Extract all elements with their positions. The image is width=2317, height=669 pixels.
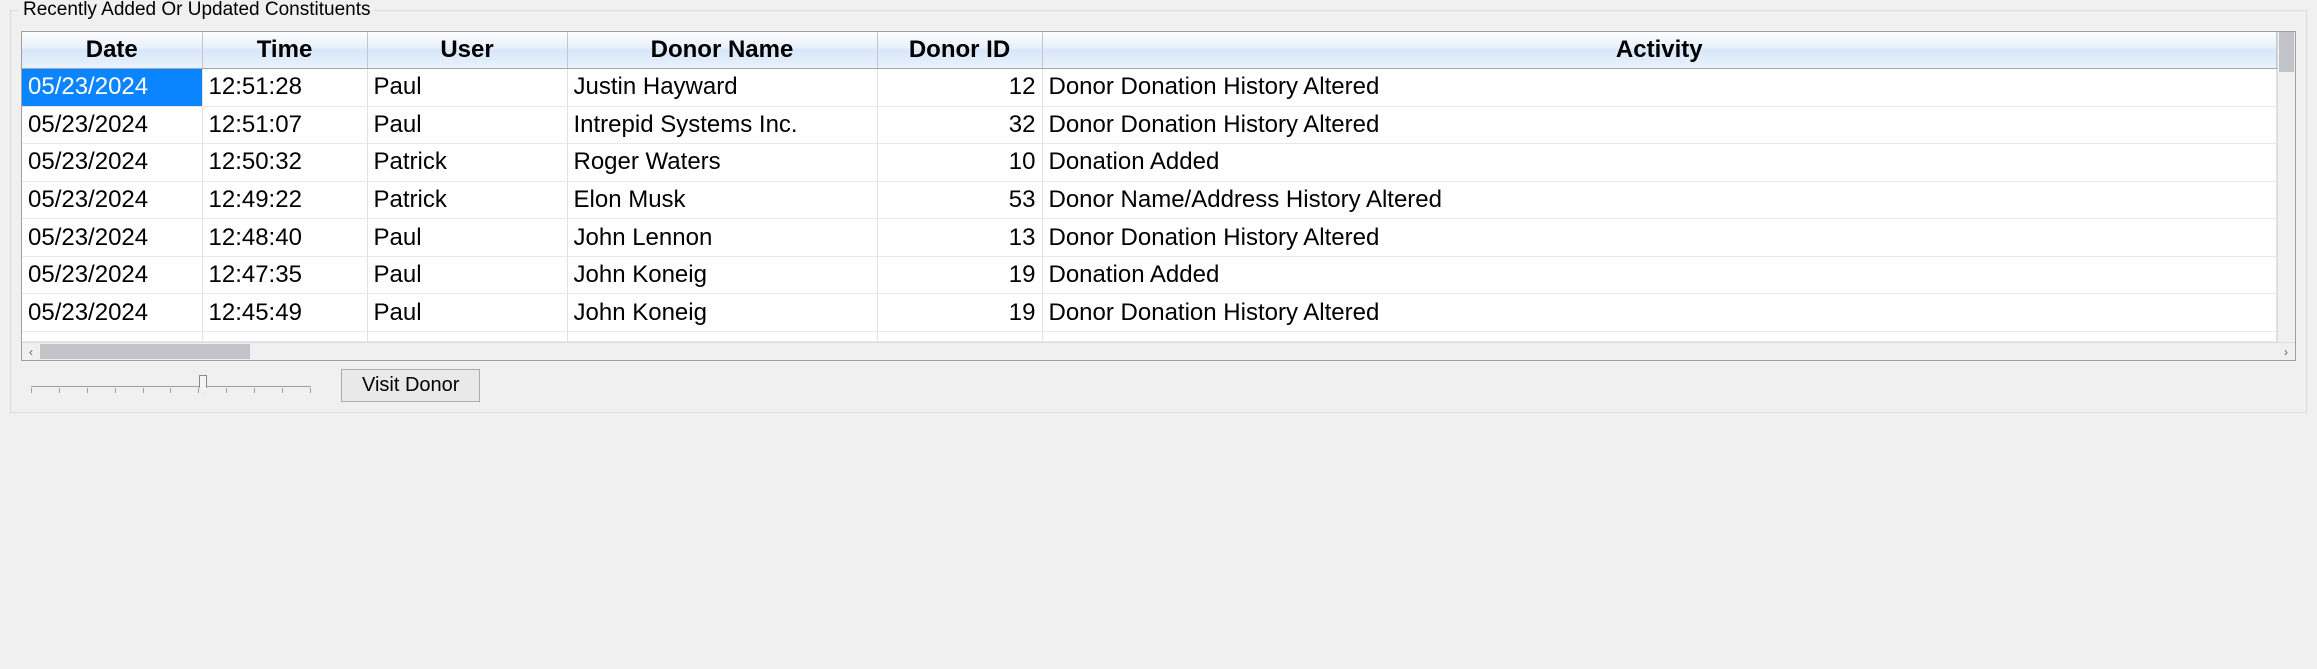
scroll-left-icon[interactable]: ‹: [22, 343, 40, 361]
cell-time[interactable]: 12:48:40: [202, 219, 367, 257]
vertical-scrollbar[interactable]: [2277, 32, 2295, 342]
cell-activity[interactable]: Donor Name/Address History Altered: [1042, 181, 2277, 219]
cell-donor_id[interactable]: 19: [877, 256, 1042, 294]
horizontal-scrollbar-thumb[interactable]: [40, 344, 250, 359]
cell-user[interactable]: Paul: [367, 106, 567, 144]
scroll-right-icon[interactable]: ›: [2277, 343, 2295, 361]
cell-donor_id[interactable]: 32: [877, 106, 1042, 144]
cell-donor_name[interactable]: John Lennon: [567, 219, 877, 257]
cell-activity[interactable]: Donor Donation History Altered: [1042, 294, 2277, 332]
cell-activity[interactable]: Donation Added: [1042, 144, 2277, 182]
cell-time[interactable]: 12:50:32: [202, 144, 367, 182]
cell-user[interactable]: Patrick: [367, 181, 567, 219]
horizontal-scrollbar-track[interactable]: [40, 343, 2277, 360]
bottom-toolbar: Visit Donor: [21, 369, 2296, 402]
cell-time[interactable]: 12:51:07: [202, 106, 367, 144]
cell-donor_name[interactable]: Intrepid Systems Inc.: [567, 106, 877, 144]
cell-activity[interactable]: Donor Donation History Altered: [1042, 219, 2277, 257]
cell-time[interactable]: 12:51:28: [202, 69, 367, 107]
cell-donor_id[interactable]: 12: [877, 69, 1042, 107]
cell-activity[interactable]: Donor Donation History Altered: [1042, 69, 2277, 107]
constituents-grid[interactable]: Date Time User Donor Name Donor ID Activ…: [21, 31, 2296, 361]
cell-user[interactable]: Patrick: [367, 144, 567, 182]
cell-time[interactable]: 12:49:22: [202, 181, 367, 219]
cell-date[interactable]: 05/23/2024: [22, 219, 202, 257]
table-row[interactable]: 05/23/202412:47:35PaulJohn Koneig19Donat…: [22, 256, 2277, 294]
cell-donor_name[interactable]: Justin Hayward: [567, 69, 877, 107]
cell-date[interactable]: 05/23/2024: [22, 106, 202, 144]
group-title: Recently Added Or Updated Constituents: [19, 0, 374, 21]
table-row[interactable]: 05/23/202412:45:49PaulJohn Koneig19Donor…: [22, 294, 2277, 332]
col-header-user[interactable]: User: [367, 32, 567, 69]
slider-ticks: [31, 388, 311, 393]
cell-date[interactable]: [22, 332, 202, 342]
table-row[interactable]: [22, 332, 2277, 342]
cell-date[interactable]: 05/23/2024: [22, 181, 202, 219]
cell-user[interactable]: Paul: [367, 256, 567, 294]
cell-donor_name[interactable]: Elon Musk: [567, 181, 877, 219]
cell-donor_name[interactable]: Roger Waters: [567, 144, 877, 182]
table-row[interactable]: 05/23/202412:51:28PaulJustin Hayward12Do…: [22, 69, 2277, 107]
cell-donor_name[interactable]: John Koneig: [567, 256, 877, 294]
table-row[interactable]: 05/23/202412:48:40PaulJohn Lennon13Donor…: [22, 219, 2277, 257]
grid-header-row: Date Time User Donor Name Donor ID Activ…: [22, 32, 2277, 69]
table-row[interactable]: 05/23/202412:50:32PatrickRoger Waters10D…: [22, 144, 2277, 182]
col-header-time[interactable]: Time: [202, 32, 367, 69]
cell-time[interactable]: [202, 332, 367, 342]
cell-donor_id[interactable]: 19: [877, 294, 1042, 332]
visit-donor-button[interactable]: Visit Donor: [341, 369, 480, 402]
cell-donor_name[interactable]: John Koneig: [567, 294, 877, 332]
cell-activity[interactable]: Donation Added: [1042, 256, 2277, 294]
vertical-scrollbar-thumb[interactable]: [2279, 32, 2294, 72]
table-row[interactable]: 05/23/202412:49:22PatrickElon Musk53Dono…: [22, 181, 2277, 219]
col-header-donor-name[interactable]: Donor Name: [567, 32, 877, 69]
slider-track: [31, 386, 311, 387]
col-header-date[interactable]: Date: [22, 32, 202, 69]
horizontal-scrollbar[interactable]: ‹ ›: [22, 342, 2295, 360]
col-header-activity[interactable]: Activity: [1042, 32, 2277, 69]
cell-time[interactable]: 12:45:49: [202, 294, 367, 332]
cell-date[interactable]: 05/23/2024: [22, 256, 202, 294]
cell-date[interactable]: 05/23/2024: [22, 69, 202, 107]
cell-date[interactable]: 05/23/2024: [22, 144, 202, 182]
cell-user[interactable]: Paul: [367, 219, 567, 257]
col-header-donor-id[interactable]: Donor ID: [877, 32, 1042, 69]
cell-date[interactable]: 05/23/2024: [22, 294, 202, 332]
cell-user[interactable]: Paul: [367, 294, 567, 332]
cell-user[interactable]: [367, 332, 567, 342]
constituents-groupbox: Recently Added Or Updated Constituents D…: [10, 10, 2307, 413]
cell-donor_name[interactable]: [567, 332, 877, 342]
cell-donor_id[interactable]: 10: [877, 144, 1042, 182]
cell-time[interactable]: 12:47:35: [202, 256, 367, 294]
cell-activity[interactable]: [1042, 332, 2277, 342]
grid-table: Date Time User Donor Name Donor ID Activ…: [22, 32, 2277, 342]
cell-user[interactable]: Paul: [367, 69, 567, 107]
zoom-slider[interactable]: [31, 374, 311, 398]
table-row[interactable]: 05/23/202412:51:07PaulIntrepid Systems I…: [22, 106, 2277, 144]
cell-donor_id[interactable]: 53: [877, 181, 1042, 219]
cell-activity[interactable]: Donor Donation History Altered: [1042, 106, 2277, 144]
cell-donor_id[interactable]: 13: [877, 219, 1042, 257]
cell-donor_id[interactable]: [877, 332, 1042, 342]
